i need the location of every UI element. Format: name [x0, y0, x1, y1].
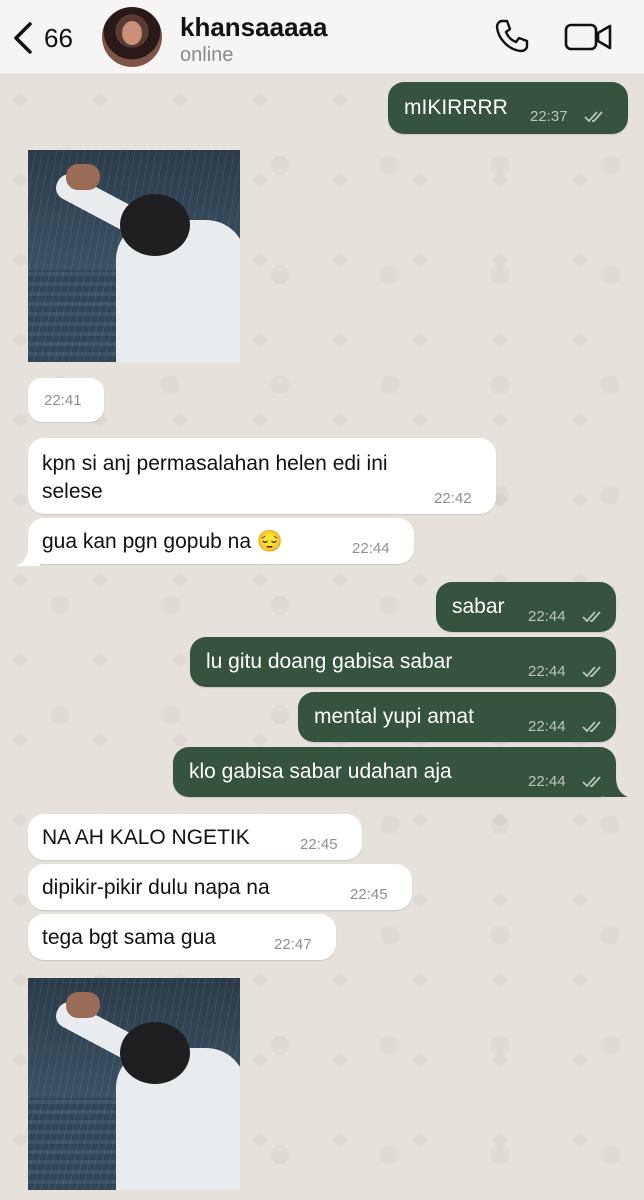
message-bubble-incoming[interactable]: dipikir-pikir dulu napa na 22:45 [28, 864, 412, 910]
back-button[interactable]: 66 [10, 18, 90, 58]
double-check-icon [582, 666, 601, 678]
message-bubble-outgoing[interactable]: mental yupi amat 22:44 [298, 692, 616, 742]
image-hand [66, 164, 100, 190]
message-bubble-outgoing[interactable]: mIKIRRRR 22:37 [388, 82, 628, 134]
image-hand [66, 992, 100, 1018]
double-check-icon [584, 111, 603, 123]
bubble-tail [604, 777, 628, 797]
avatar-face [122, 21, 142, 45]
avatar[interactable] [102, 7, 162, 67]
message-text: NA AH KALO NGETIK [42, 826, 250, 849]
chevron-left-icon [14, 22, 32, 54]
double-check-icon [582, 776, 601, 788]
message-time: 22:44 [352, 540, 390, 557]
double-check-icon [582, 721, 601, 733]
message-bubble-incoming[interactable]: kpn si anj permasalahan helen edi ini se… [28, 438, 496, 514]
message-text-line2: selese [42, 480, 103, 503]
message-time: 22:44 [528, 718, 566, 735]
message-bubble-outgoing[interactable]: lu gitu doang gabisa sabar 22:44 [190, 637, 616, 687]
phone-icon[interactable] [494, 18, 530, 54]
image-timestamp-bubble: 22:41 [28, 378, 104, 422]
message-time: 22:45 [300, 836, 338, 853]
image-message[interactable] [28, 978, 240, 1190]
message-bubble-outgoing[interactable]: sabar 22:44 [436, 582, 616, 632]
message-text: klo gabisa sabar udahan aja [189, 760, 452, 783]
message-text: mental yupi amat [314, 705, 474, 728]
message-time: 22:44 [528, 663, 566, 680]
message-bubble-incoming[interactable]: tega bgt sama gua 22:47 [28, 914, 336, 960]
chat-header: 66 khansaaaaa online [0, 0, 644, 75]
contact-status: online [180, 44, 234, 66]
image-head [120, 194, 190, 256]
message-text: tega bgt sama gua [42, 926, 216, 949]
unread-count: 66 [44, 22, 73, 53]
message-time: 22:44 [528, 773, 566, 790]
message-time: 22:47 [274, 936, 312, 953]
message-text-line1: kpn si anj permasalahan helen edi ini [42, 452, 388, 475]
message-time: 22:44 [528, 608, 566, 625]
message-bubble-outgoing[interactable]: klo gabisa sabar udahan aja 22:44 [173, 747, 616, 797]
message-text: gua kan pgn gopub na 😔 [42, 530, 284, 553]
message-text: mIKIRRRR [404, 96, 508, 119]
double-check-icon [582, 611, 601, 623]
bubble-tail [16, 546, 40, 566]
message-bubble-incoming[interactable]: gua kan pgn gopub na 😔 22:44 [28, 518, 414, 564]
video-camera-icon[interactable] [564, 20, 612, 54]
image-message[interactable] [28, 150, 240, 362]
message-text: sabar [452, 595, 505, 618]
message-time: 22:45 [350, 886, 388, 903]
message-time: 22:37 [530, 108, 568, 125]
message-time: 22:42 [434, 490, 472, 507]
image-head [120, 1022, 190, 1084]
contact-name[interactable]: khansaaaaa [180, 12, 327, 43]
message-time: 22:41 [44, 392, 82, 409]
message-bubble-incoming[interactable]: NA AH KALO NGETIK 22:45 [28, 814, 362, 860]
message-text: lu gitu doang gabisa sabar [206, 650, 453, 673]
message-text: dipikir-pikir dulu napa na [42, 876, 270, 899]
